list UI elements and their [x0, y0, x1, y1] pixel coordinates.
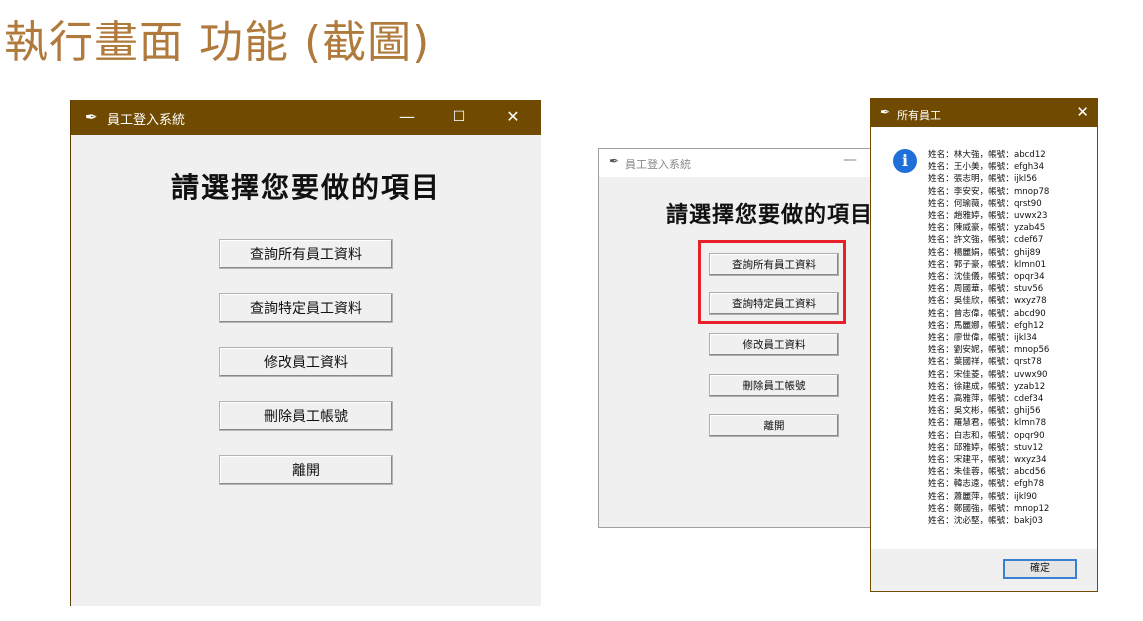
window-title: 員工登入系統: [625, 158, 691, 171]
title-bar[interactable]: ✒ 員工登入系統 — ☐ ✕: [71, 100, 541, 135]
close-button[interactable]: ✕: [1076, 103, 1089, 121]
employee-list-item: 姓名：徐建成，帳號：yzab12: [928, 381, 1046, 392]
maximize-button[interactable]: ☐: [441, 104, 477, 130]
edit-employee-button[interactable]: 修改員工資料: [219, 347, 393, 377]
feather-icon: ✒: [880, 105, 891, 119]
employee-list-item: 姓名：劉安妮，帳號：mnop56: [928, 345, 1050, 356]
exit-button[interactable]: 離開: [709, 414, 839, 437]
employee-list-item: 姓名：邱雅婷，帳號：stuv12: [928, 442, 1044, 453]
highlight-box: [698, 240, 846, 324]
employee-list-item: 姓名：吳佳欣，帳號：wxyz78: [928, 296, 1047, 307]
employee-list-item: 姓名：許文強，帳號：cdef67: [928, 235, 1044, 246]
employee-list-item: 姓名：周國華，帳號：stuv56: [928, 284, 1044, 295]
employee-list-item: 姓名：楊麗娟，帳號：ghij89: [928, 247, 1041, 258]
info-icon: i: [893, 149, 917, 173]
query-specific-employee-button[interactable]: 查詢特定員工資料: [219, 293, 393, 323]
employee-list-item: 姓名：沈必堅，帳號：bakj03: [928, 516, 1043, 527]
all-employees-dialog: ✒ 所有員工 ✕ i 姓名：林大強，帳號：abcd12 姓名：王小美，帳號：efg…: [870, 98, 1098, 592]
query-all-employees-button[interactable]: 查詢所有員工資料: [219, 239, 393, 269]
employee-list-item: 姓名：蕭麗萍，帳號：ijkl90: [928, 491, 1038, 502]
employee-list-item: 姓名：何瑜薇，帳號：qrst90: [928, 198, 1042, 209]
close-button[interactable]: ✕: [495, 104, 531, 130]
employee-list-item: 姓名：李安安，帳號：mnop78: [928, 186, 1050, 197]
dialog-title-bar[interactable]: ✒ 所有員工 ✕: [871, 99, 1097, 127]
employee-list-item: 姓名：宋佳菱，帳號：uvwx90: [928, 369, 1048, 380]
title-bar[interactable]: ✒ 員工登入系統 —: [599, 149, 879, 177]
employee-list-item: 姓名：吳文彬，帳號：ghij56: [928, 406, 1041, 417]
employee-list-item: 姓名：郭子豪，帳號：klmn01: [928, 259, 1047, 270]
dialog-footer: 確定: [871, 549, 1097, 591]
employee-list-item: 姓名：朱佳蓉，帳號：abcd56: [928, 467, 1046, 478]
employee-list-item: 姓名：宋建平，帳號：wxyz34: [928, 455, 1047, 466]
menu-heading: 請選擇您要做的項目: [666, 203, 874, 228]
employee-list-item: 姓名：高雅萍，帳號：cdef34: [928, 394, 1044, 405]
feather-icon: ✒: [85, 108, 98, 126]
employee-list-item: 姓名：馬麗娜，帳號：efgh12: [928, 320, 1045, 331]
delete-employee-account-button[interactable]: 刪除員工帳號: [709, 374, 839, 397]
employee-list-item: 姓名：張志明，帳號：ijkl56: [928, 174, 1038, 185]
slide-title: 執行畫面 功能 (截圖): [4, 17, 431, 68]
employee-list: 姓名：林大強，帳號：abcd12 姓名：王小美，帳號：efgh34 姓名：張志明，帳…: [928, 149, 1049, 527]
ok-button[interactable]: 確定: [1003, 559, 1077, 579]
employee-list-item: 姓名：沈佳儀，帳號：opqr34: [928, 272, 1045, 283]
employee-list-item: 姓名：曾志偉，帳號：abcd90: [928, 308, 1046, 319]
dialog-title: 所有員工: [897, 109, 941, 122]
employee-list-item: 姓名：羅慧君，帳號：klmn78: [928, 418, 1047, 429]
employee-list-item: 姓名：白志和，帳號：opqr90: [928, 430, 1045, 441]
login-window-right: ✒ 員工登入系統 — 請選擇您要做的項目 查詢所有員工資料 查詢特定員工資料 修…: [598, 148, 880, 528]
employee-list-item: 姓名：葉國祥，帳號：qrst78: [928, 357, 1042, 368]
employee-list-item: 姓名：廖世偉，帳號：ijkl34: [928, 333, 1038, 344]
employee-list-item: 姓名：韓志遠，帳號：efgh78: [928, 479, 1045, 490]
edit-employee-button[interactable]: 修改員工資料: [709, 333, 839, 356]
delete-employee-account-button[interactable]: 刪除員工帳號: [219, 401, 393, 431]
employee-list-item: 姓名：王小美，帳號：efgh34: [928, 162, 1045, 173]
employee-list-item: 姓名：趙雅婷，帳號：uvwx23: [928, 211, 1048, 222]
window-title: 員工登入系統: [107, 113, 186, 128]
minimize-button[interactable]: —: [843, 152, 857, 168]
feather-icon: ✒: [609, 154, 620, 168]
minimize-button[interactable]: —: [389, 104, 425, 130]
login-window-left: ✒ 員工登入系統 — ☐ ✕ 請選擇您要做的項目 查詢所有員工資料 查詢特定員工…: [70, 100, 541, 606]
employee-list-item: 姓名：鄭國強，帳號：mnop12: [928, 503, 1050, 514]
employee-list-item: 姓名：林大強，帳號：abcd12: [928, 150, 1046, 160]
menu-heading: 請選擇您要做的項目: [170, 171, 441, 204]
employee-list-item: 姓名：陳威豪，帳號：yzab45: [928, 223, 1046, 234]
exit-button[interactable]: 離開: [219, 455, 393, 485]
